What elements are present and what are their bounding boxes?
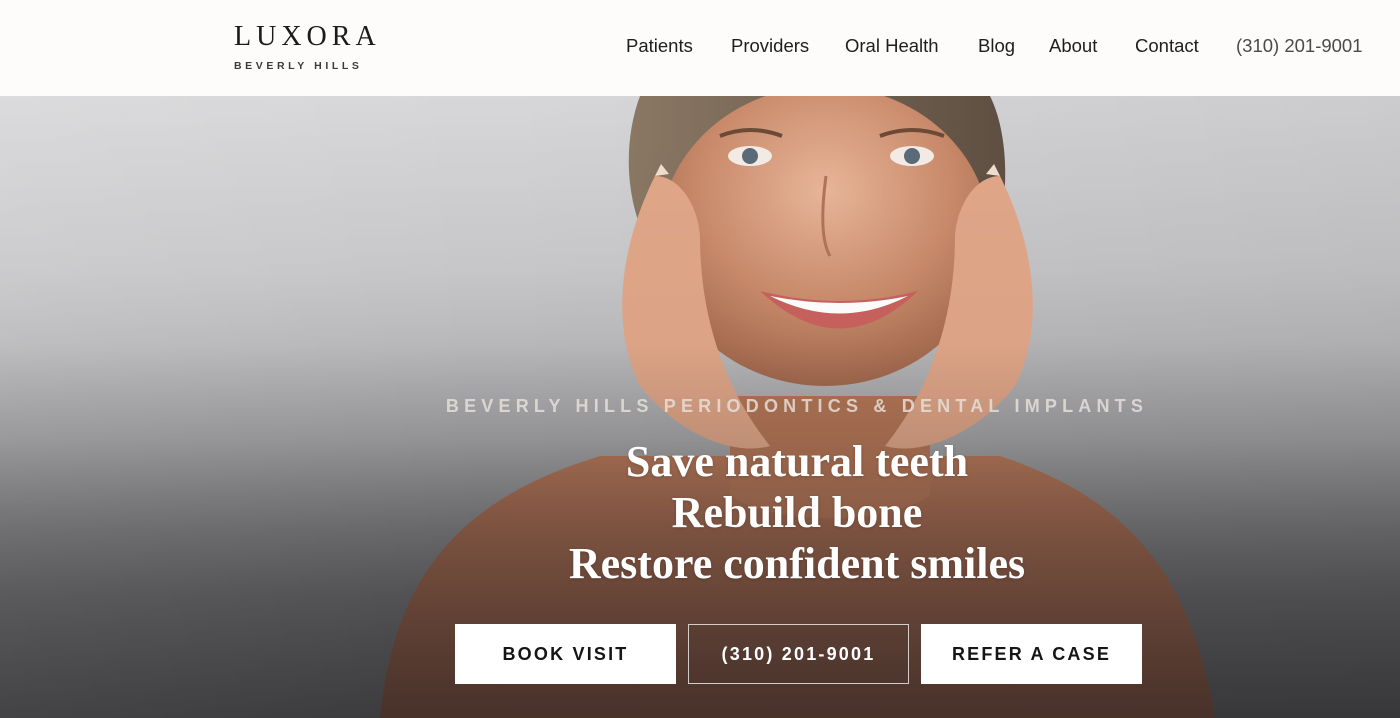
site-header: LUXORA BEVERLY HILLS Patients Providers … [0, 0, 1400, 96]
hero-headline: Save natural teeth Rebuild bone Restore … [400, 436, 1194, 589]
nav-item-blog[interactable]: Blog [978, 34, 1015, 58]
nav-item-about[interactable]: About [1049, 34, 1097, 58]
hero-section: BEVERLY HILLS PERIODONTICS & DENTAL IMPL… [0, 96, 1400, 718]
hero-eyebrow: BEVERLY HILLS PERIODONTICS & DENTAL IMPL… [445, 396, 1149, 416]
nav-item-oral-health[interactable]: Oral Health [845, 34, 939, 58]
nav-phone-link[interactable]: (310) 201-9001 [1236, 34, 1363, 58]
main-nav: Patients Providers Oral Health Blog Abou… [0, 34, 1400, 58]
refer-case-button[interactable]: REFER A CASE [921, 624, 1142, 684]
headline-line-1: Save natural teeth [625, 437, 969, 486]
nav-item-contact[interactable]: Contact [1135, 34, 1199, 58]
book-visit-button[interactable]: BOOK VISIT [455, 624, 676, 684]
headline-line-2: Rebuild bone [671, 488, 923, 537]
brand-tagline: BEVERLY HILLS [234, 60, 363, 72]
headline-line-3: Restore confident smiles [568, 539, 1026, 588]
nav-item-patients[interactable]: Patients [626, 34, 693, 58]
nav-item-providers[interactable]: Providers [731, 34, 809, 58]
phone-button[interactable]: (310) 201-9001 [688, 624, 909, 684]
